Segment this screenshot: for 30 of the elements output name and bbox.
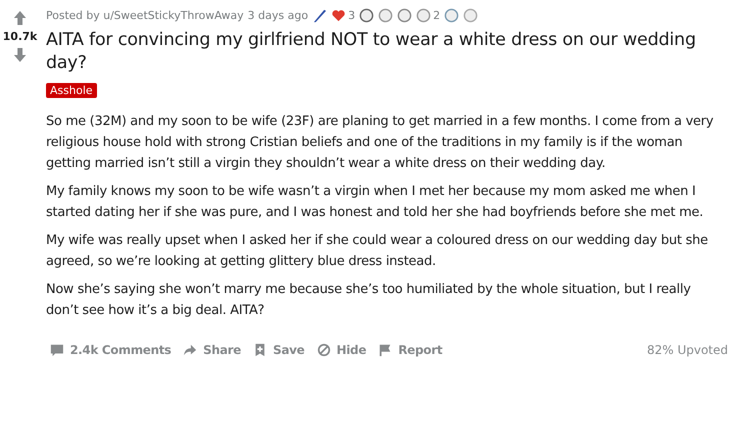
speech-bubble-icon bbox=[50, 343, 64, 357]
share-icon bbox=[183, 343, 198, 357]
report-button[interactable]: Report bbox=[374, 339, 446, 361]
downvote-icon[interactable] bbox=[14, 48, 26, 62]
hide-button[interactable]: Hide bbox=[312, 339, 370, 361]
award-count: 2 bbox=[433, 9, 440, 22]
bookmark-icon bbox=[252, 343, 267, 357]
upvote-icon[interactable] bbox=[14, 11, 26, 25]
post-title[interactable]: AITA for convincing my girlfriend NOT to wear a white dress on our wedding day? bbox=[46, 29, 726, 75]
save-button[interactable]: Save bbox=[248, 339, 308, 361]
hide-icon bbox=[316, 343, 330, 357]
award-icon[interactable] bbox=[444, 8, 460, 23]
post-paragraph: My wife was really upset when I asked her if she could wear a coloured dress on our wedding day but she agreed, so we’re looking at getting glittery blue dress instead. bbox=[46, 232, 709, 271]
post-author[interactable]: Posted by u/SweetStickyThrowAway bbox=[46, 9, 244, 22]
comments-button[interactable]: 2.4k Comments bbox=[46, 339, 176, 361]
post-paragraph: Now she’s saying she won’t marry me because she’s too humiliated by the whole situation, but I really don’t see how it’s a big deal. AITA? bbox=[46, 281, 692, 320]
award-icon[interactable] bbox=[416, 8, 432, 23]
flag-icon bbox=[378, 343, 392, 357]
post-paragraph: So me (32M) and my soon to be wife (23F) are planing to get married in a few months. I come from a very religious house hold with strong Cristian beliefs and one of the traditions in my family is if the woman getting married isn’t still a virgin they shouldn’t wear a white dress on their wedding day. bbox=[46, 113, 714, 173]
award-count: 3 bbox=[348, 9, 356, 22]
post-paragraph: My family knows my soon to be wife wasn’t a virgin when I met her because my mom asked me when I started dating her if she was pure, and I was honest and told her she had boyfriends before she met me. bbox=[46, 183, 704, 222]
flair-tag[interactable]: Asshole bbox=[46, 83, 97, 98]
award-icon[interactable] bbox=[359, 8, 374, 23]
upvote-percentage: 82% Upvoted bbox=[646, 343, 728, 357]
post-time: 3 days ago bbox=[248, 9, 308, 22]
share-button[interactable]: Share bbox=[179, 339, 245, 361]
award-icon[interactable] bbox=[378, 8, 394, 23]
vote-score: 10.7k bbox=[2, 30, 38, 43]
coin-icon[interactable] bbox=[397, 8, 412, 23]
heart-icon[interactable] bbox=[331, 8, 346, 23]
